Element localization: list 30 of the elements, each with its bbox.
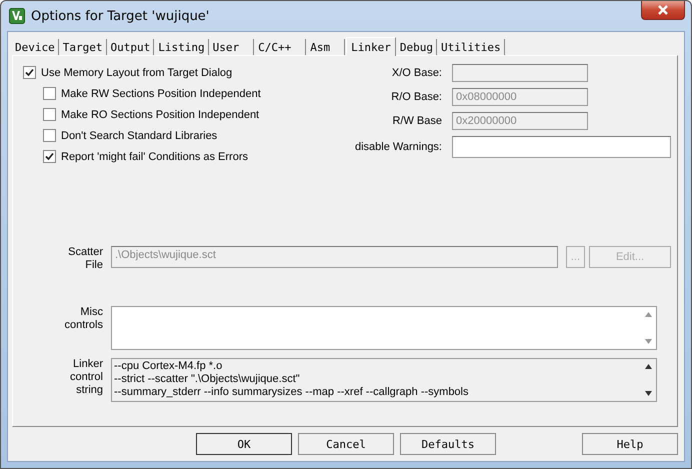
- text-line: --strict --scatter ".\Objects\wujique.sct": [114, 373, 301, 386]
- dialog-button[interactable]: Cancel: [298, 433, 394, 455]
- app-logo-icon: [9, 8, 25, 24]
- checkbox-label: Make RO Sections Position Independent: [61, 108, 260, 120]
- dialog-button[interactable]: OK: [196, 433, 292, 455]
- checkbox-label: Make RW Sections Position Independent: [61, 88, 261, 100]
- checkbox[interactable]: [43, 108, 56, 121]
- field-label: Misc controls: [63, 306, 103, 332]
- checkbox-label: Report 'might fail' Conditions as Errors: [61, 150, 248, 162]
- field-label: disable Warnings:: [354, 141, 442, 153]
- window-title: Options for Target 'wujique': [31, 8, 210, 24]
- checkbox[interactable]: [43, 150, 56, 163]
- field-label: R/W Base: [391, 115, 442, 127]
- checkbox-label: Don't Search Standard Libraries: [61, 130, 218, 142]
- dialog-button[interactable]: Defaults: [400, 433, 496, 455]
- checkbox[interactable]: [43, 129, 56, 142]
- field-label: Scatter File: [67, 246, 103, 272]
- text-line: --cpu Cortex-M4.fp *.o: [114, 360, 224, 373]
- close-icon: [658, 5, 668, 15]
- field-label: X/O Base:: [390, 67, 442, 79]
- checkbox[interactable]: [23, 66, 36, 79]
- checkbox[interactable]: [43, 87, 56, 100]
- close-button[interactable]: [641, 1, 685, 20]
- field-label: R/O Base:: [390, 91, 442, 103]
- checkbox-label: Use Memory Layout from Target Dialog: [41, 66, 232, 78]
- tab[interactable]: Linker: [346, 37, 396, 56]
- text-line: --summary_stderr --info summarysizes --map --xref --callgraph --symbols: [114, 386, 470, 399]
- dialog-button[interactable]: Help: [582, 433, 678, 455]
- field-label: Linker control string: [68, 358, 103, 397]
- input-field[interactable]: [452, 136, 671, 158]
